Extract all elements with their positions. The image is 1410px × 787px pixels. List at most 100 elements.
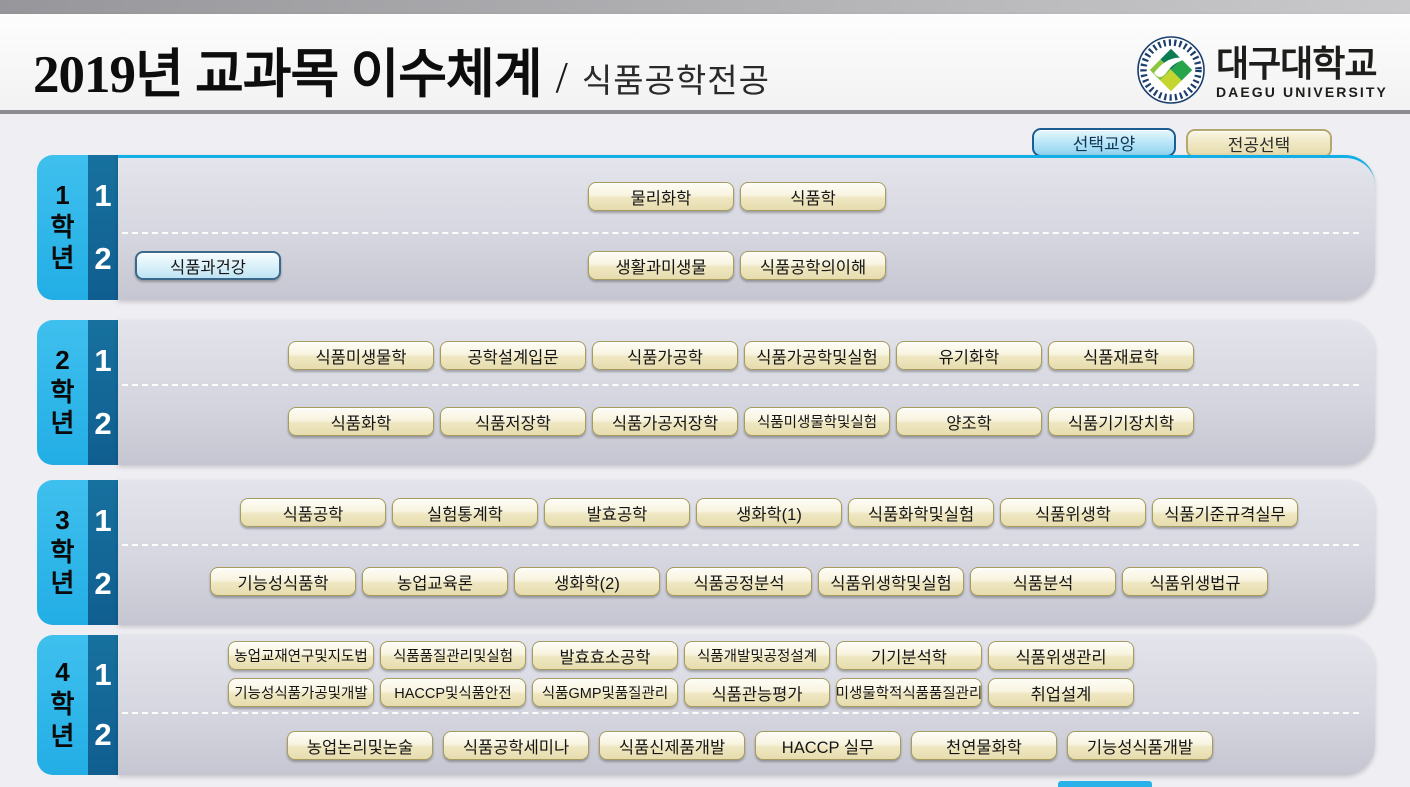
semester-2-number: 2 <box>94 406 111 442</box>
course-button[interactable]: 식품공학 <box>240 498 386 527</box>
year-2-content: 식품미생물학 공학설계입문 식품가공학 식품가공학및실험 유기화학 식품재료학 … <box>118 320 1375 465</box>
course-button[interactable]: 생활과미생물 <box>588 251 734 280</box>
course-button[interactable]: 발효효소공학 <box>532 641 678 670</box>
course-button[interactable]: 실험통계학 <box>392 498 538 527</box>
legend-elective-liberal-button[interactable]: 선택교양 <box>1032 128 1176 157</box>
year-1-semester-strip: 1 2 <box>88 155 118 300</box>
year-4-sem-2-lane: 농업논리및논술 식품공학세미나 식품신제품개발 HACCP 실무 천연물화학 기… <box>118 731 1375 760</box>
course-button[interactable]: 식품가공학및실험 <box>744 341 890 370</box>
course-button[interactable]: 농업논리및논술 <box>287 731 433 760</box>
year-3-sem-1-lane: 식품공학 실험통계학 발효공학 생화학(1) 식품화학및실험 식품위생학 식품기… <box>118 498 1375 527</box>
year-3-semester-strip: 1 2 <box>88 480 118 625</box>
title-divider: / <box>556 52 568 103</box>
year-4-panel: 4 학 년 1 2 농업교재연구및지도법 식품품질관리및실험 발효효소공학 식품… <box>37 635 1375 775</box>
semester-2-number: 2 <box>94 566 111 602</box>
year-2-tab: 2 학 년 <box>37 320 88 465</box>
course-button[interactable]: 기기분석학 <box>836 641 982 670</box>
course-button[interactable]: 식품기준규격실무 <box>1152 498 1298 527</box>
course-button[interactable]: 식품과건강 <box>135 251 281 280</box>
top-gradient-bar <box>0 0 1410 14</box>
course-button[interactable]: 식품관능평가 <box>684 678 830 707</box>
course-button[interactable]: 식품품질관리및실험 <box>380 641 526 670</box>
course-button[interactable]: 식품신제품개발 <box>599 731 745 760</box>
course-button[interactable]: 기능성식품가공및개발 <box>228 678 374 707</box>
year-1-content: 물리화학 식품학 식품과건강 생활과미생물 식품공학의이해 <box>118 155 1375 300</box>
course-button[interactable]: 식품화학및실험 <box>848 498 994 527</box>
year-4-sem-1-lane-row-2: 기능성식품가공및개발 HACCP및식품안전 식품GMP및품질관리 식품관능평가 … <box>118 678 1375 707</box>
course-button[interactable]: 유기화학 <box>896 341 1042 370</box>
course-button[interactable]: 식품미생물학및실험 <box>744 407 890 436</box>
year-2-digit: 2 <box>55 345 69 377</box>
course-button[interactable]: 식품공정분석 <box>666 567 812 596</box>
course-button[interactable]: 식품미생물학 <box>288 341 434 370</box>
course-button[interactable]: 식품개발및공정설계 <box>684 641 830 670</box>
year-4-digit: 4 <box>55 657 69 689</box>
year-4-tab: 4 학 년 <box>37 635 88 775</box>
course-button[interactable]: 식품위생법규 <box>1122 567 1268 596</box>
course-button[interactable]: 천연물화학 <box>911 731 1057 760</box>
year-2-sem-2-lane: 식품화학 식품저장학 식품가공저장학 식품미생물학및실험 양조학 식품기기장치학 <box>118 407 1375 436</box>
course-button[interactable]: 식품위생관리 <box>988 641 1134 670</box>
course-button[interactable]: 식품화학 <box>288 407 434 436</box>
year-1-sem-2-lane: 식품과건강 생활과미생물 식품공학의이해 <box>118 251 1375 280</box>
course-button[interactable]: 공학설계입문 <box>440 341 586 370</box>
university-logo-text: 대구대학교 DAEGU UNIVERSITY <box>1216 46 1388 99</box>
header: 2019년 교과목 이수체계 / 식품공학전공 대구대학교 DAEGU UNIV… <box>0 14 1410 114</box>
course-button[interactable]: 식품공학세미나 <box>443 731 589 760</box>
university-name-en: DAEGU UNIVERSITY <box>1216 85 1388 99</box>
course-button[interactable]: 식품기기장치학 <box>1048 407 1194 436</box>
year-2-sem-1-lane: 식품미생물학 공학설계입문 식품가공학 식품가공학및실험 유기화학 식품재료학 <box>118 341 1375 370</box>
year-1-digit: 1 <box>55 180 69 212</box>
title-main: 2019년 교과목 이수체계 <box>33 32 542 108</box>
course-button[interactable]: 물리화학 <box>588 182 734 211</box>
course-button[interactable]: 생화학(2) <box>514 567 660 596</box>
course-button[interactable]: 식품가공저장학 <box>592 407 738 436</box>
semester-1-number: 1 <box>94 343 111 379</box>
course-button[interactable]: HACCP 실무 <box>755 731 901 760</box>
semester-divider <box>122 712 1359 714</box>
course-button[interactable]: 취업설계 <box>988 678 1134 707</box>
course-button[interactable]: 식품분석 <box>970 567 1116 596</box>
semester-1-number: 1 <box>94 657 111 693</box>
year-4-sem-1-lane-row-1: 농업교재연구및지도법 식품품질관리및실험 발효효소공학 식품개발및공정설계 기기… <box>118 641 1375 670</box>
title-subtitle: 식품공학전공 <box>582 54 770 102</box>
course-button[interactable]: 농업교육론 <box>362 567 508 596</box>
course-button[interactable]: 농업교재연구및지도법 <box>228 641 374 670</box>
curriculum-canvas: 선택교양 전공선택 1 학 년 1 2 물리화학 식품학 식품과건강 생활과미생… <box>0 114 1410 787</box>
course-button[interactable]: 식품위생학및실험 <box>818 567 964 596</box>
year-1-sem-1-lane: 물리화학 식품학 <box>118 182 1375 211</box>
semester-divider <box>122 384 1359 386</box>
year-3-content: 식품공학 실험통계학 발효공학 생화학(1) 식품화학및실험 식품위생학 식품기… <box>118 480 1375 625</box>
course-button[interactable]: 식품위생학 <box>1000 498 1146 527</box>
bottom-accent-shape <box>1058 781 1152 787</box>
course-button[interactable]: 발효공학 <box>544 498 690 527</box>
course-button[interactable]: 식품재료학 <box>1048 341 1194 370</box>
course-button[interactable]: 생화학(1) <box>696 498 842 527</box>
university-seal-icon <box>1136 35 1206 110</box>
semester-divider <box>122 232 1359 234</box>
course-button[interactable]: 기능성식품개발 <box>1067 731 1213 760</box>
legend-major-elective-button[interactable]: 전공선택 <box>1186 129 1332 158</box>
course-button[interactable]: 식품학 <box>740 182 886 211</box>
course-button[interactable]: 식품저장학 <box>440 407 586 436</box>
year-3-panel: 3 학 년 1 2 식품공학 실험통계학 발효공학 생화학(1) 식품화학및실험… <box>37 480 1375 625</box>
course-button[interactable]: 양조학 <box>896 407 1042 436</box>
year-3-sem-2-lane: 기능성식품학 농업교육론 생화학(2) 식품공정분석 식품위생학및실험 식품분석… <box>118 567 1375 596</box>
year-4-content: 농업교재연구및지도법 식품품질관리및실험 발효효소공학 식품개발및공정설계 기기… <box>118 635 1375 775</box>
university-name-kr: 대구대학교 <box>1216 46 1388 82</box>
course-button[interactable]: 식품공학의이해 <box>740 251 886 280</box>
semester-1-number: 1 <box>94 503 111 539</box>
year-1-tab: 1 학 년 <box>37 155 88 300</box>
course-button[interactable]: 식품가공학 <box>592 341 738 370</box>
course-button[interactable]: HACCP및식품안전 <box>380 678 526 707</box>
university-logo: 대구대학교 DAEGU UNIVERSITY <box>1136 35 1388 110</box>
year-3-digit: 3 <box>55 505 69 537</box>
year-4-semester-strip: 1 2 <box>88 635 118 775</box>
year-3-tab: 3 학 년 <box>37 480 88 625</box>
page-title: 2019년 교과목 이수체계 / 식품공학전공 <box>33 32 770 108</box>
course-button[interactable]: 기능성식품학 <box>210 567 356 596</box>
semester-divider <box>122 544 1359 546</box>
semester-2-number: 2 <box>94 717 111 753</box>
course-button[interactable]: 미생물학적식품품질관리 <box>836 678 982 707</box>
course-button[interactable]: 식품GMP및품질관리 <box>532 678 678 707</box>
